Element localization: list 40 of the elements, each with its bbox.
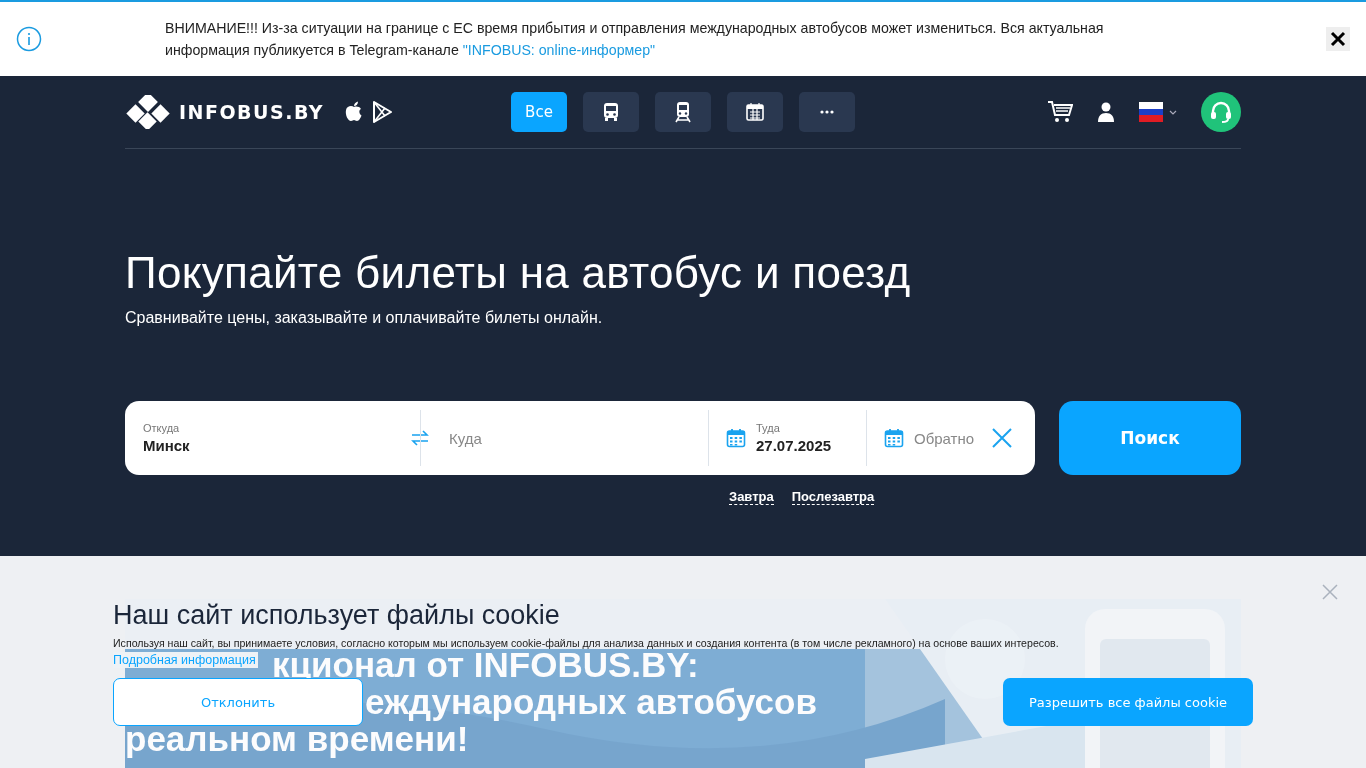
swap-icon[interactable] — [410, 428, 430, 448]
accept-button[interactable]: Разрешить все файлы cookie — [1003, 678, 1253, 726]
quick-date-link[interactable]: Завтра — [729, 489, 774, 505]
cookie-title: Наш сайт использует файлы cookie — [113, 599, 561, 632]
info-icon — [16, 26, 42, 52]
more-icon — [820, 110, 834, 114]
user-icon[interactable] — [1097, 102, 1115, 122]
search-button[interactable]: Поиск — [1059, 401, 1241, 475]
nav-tab[interactable]: Все — [511, 92, 567, 132]
calendar-icon — [884, 428, 904, 448]
nav-tab[interactable] — [727, 92, 783, 132]
nav-tab[interactable] — [655, 92, 711, 132]
from-field[interactable]: Откуда Минск — [143, 422, 190, 454]
depart-date-field[interactable]: Туда 27.07.2025 — [708, 410, 866, 466]
close-icon — [1330, 31, 1346, 47]
logo-text: INFOBUS.BY — [179, 101, 325, 123]
chevron-icon[interactable] — [1169, 109, 1177, 115]
quick-date-link[interactable]: Послезавтра — [791, 489, 875, 505]
hero-title: Покупайте билеты на автобус и поезд — [125, 247, 912, 299]
headset-icon — [1209, 100, 1233, 124]
train-icon — [674, 101, 692, 123]
notice-text: ВНИМАНИЕ!!! Из-за ситуации на границе с ЕС время прибытия и отправления международных автобусов может измениться. Вся актуальная информация публикуется в Telegram-канале "INFOBUS: online-информер" — [165, 19, 1105, 60]
play-store-icon[interactable] — [372, 101, 393, 123]
hero-subtitle: Сравнивайте цены, заказывайте и оплачивайте билеты онлайн. — [125, 309, 604, 327]
support-button[interactable] — [1201, 92, 1241, 132]
to-field[interactable]: Куда — [449, 429, 482, 447]
nav-tab[interactable] — [583, 92, 639, 132]
promo-heading-line: еждународных автобусов — [365, 683, 817, 720]
return-date-field[interactable]: Обратно — [914, 429, 975, 447]
telegram-link[interactable]: "INFOBUS: online-информер" — [462, 42, 656, 58]
logo-icon — [125, 95, 171, 129]
calendar-icon — [726, 428, 746, 448]
flag-icon[interactable] — [1139, 102, 1163, 122]
cart-icon[interactable] — [1047, 100, 1073, 124]
decline-button[interactable]: Отклонить — [113, 678, 363, 726]
details-link[interactable]: Подробная информация — [113, 652, 258, 668]
clear-icon[interactable] — [992, 428, 1013, 448]
calendar-icon — [745, 102, 765, 122]
close-button[interactable] — [1326, 27, 1350, 51]
bus-icon — [602, 102, 620, 122]
